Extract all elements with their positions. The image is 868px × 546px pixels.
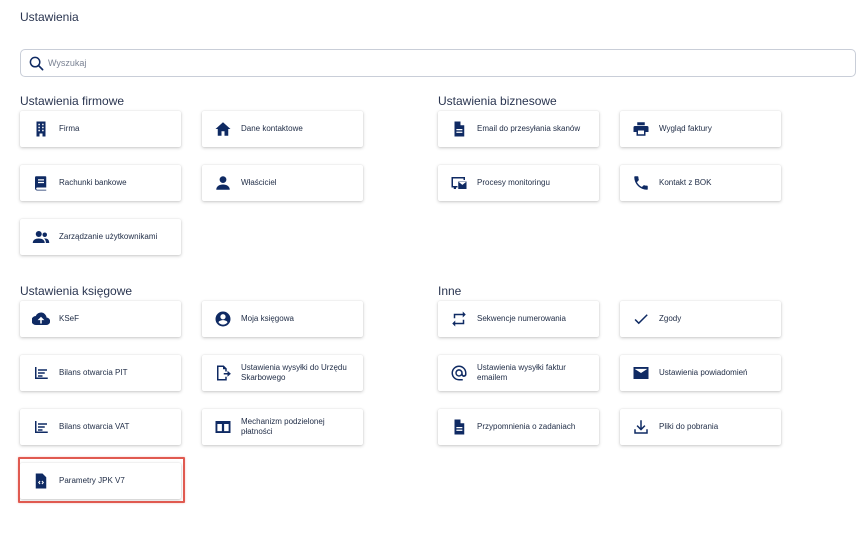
- document-icon: [450, 418, 468, 436]
- tile-rachunki-bankowe[interactable]: Rachunki bankowe: [20, 165, 181, 201]
- tile-moja-ksiegowa[interactable]: Moja księgowa: [202, 301, 363, 337]
- person-icon: [214, 174, 232, 192]
- section-title-biznesowe: Ustawienia biznesowe: [438, 94, 557, 108]
- tile-label: KSeF: [59, 314, 80, 323]
- page-title: Ustawienia: [20, 10, 79, 24]
- highlight-box: [18, 457, 185, 503]
- tile-label: Wygląd faktury: [659, 124, 712, 133]
- tile-zgody[interactable]: Zgody: [620, 301, 781, 337]
- tile-label: Moja księgowa: [241, 314, 294, 323]
- printer-icon: [632, 120, 650, 138]
- tile-label: Właściciel: [241, 178, 277, 187]
- monitor-mail-icon: [450, 174, 468, 192]
- tile-label: Ustawienia powiadomień: [659, 368, 748, 377]
- tile-kontakt-bok[interactable]: Kontakt z BOK: [620, 165, 781, 201]
- tile-ustawienia-powiadomien[interactable]: Ustawienia powiadomień: [620, 355, 781, 391]
- envelope-icon: [632, 364, 650, 382]
- section-title-firmowe: Ustawienia firmowe: [20, 94, 125, 108]
- tile-wlasciciel[interactable]: Właściciel: [202, 165, 363, 201]
- tile-sekwencje-numerowania[interactable]: Sekwencje numerowania: [438, 301, 599, 337]
- tile-label: Ustawienia wysyłki do Urzędu Skarbowego: [241, 363, 347, 382]
- document-icon: [450, 120, 468, 138]
- tile-przypomnienia[interactable]: Przypomnienia o zadaniach: [438, 409, 599, 445]
- export-icon: [214, 364, 232, 382]
- tile-label: Mechanizm podzielonej płatności: [241, 417, 325, 436]
- tile-label: Procesy monitoringu: [477, 178, 550, 187]
- tile-wysylka-us[interactable]: Ustawienia wysyłki do Urzędu Skarbowego: [202, 355, 363, 391]
- tile-label: Pliki do pobrania: [659, 422, 719, 431]
- tile-pliki-do-pobrania[interactable]: Pliki do pobrania: [620, 409, 781, 445]
- search-box[interactable]: [20, 49, 856, 77]
- tile-label: Przypomnienia o zadaniach: [477, 422, 576, 431]
- tile-label: Rachunki bankowe: [59, 178, 127, 187]
- tile-label: Zgody: [659, 314, 682, 323]
- tile-ksef[interactable]: KSeF: [20, 301, 181, 337]
- search-input[interactable]: [48, 54, 828, 72]
- tile-zarzadzanie-uzytkownikami[interactable]: Zarządzanie użytkownikami: [20, 219, 181, 255]
- download-icon: [632, 418, 650, 436]
- phone-icon: [632, 174, 650, 192]
- tile-label: Kontakt z BOK: [659, 178, 712, 187]
- at-icon: [450, 364, 468, 382]
- list-icon: [32, 364, 50, 382]
- tile-wyglad-faktury[interactable]: Wygląd faktury: [620, 111, 781, 147]
- repeat-icon: [450, 310, 468, 328]
- tile-email-skanow[interactable]: Email do przesyłania skanów: [438, 111, 599, 147]
- split-columns-icon: [214, 418, 232, 436]
- tile-label: Bilans otwarcia VAT: [59, 422, 130, 431]
- home-icon: [214, 120, 232, 138]
- tile-firma[interactable]: Firma: [20, 111, 181, 147]
- book-icon: [32, 174, 50, 192]
- tile-bilans-pit[interactable]: Bilans otwarcia PIT: [20, 355, 181, 391]
- people-icon: [32, 228, 50, 246]
- search-icon: [29, 56, 44, 71]
- tile-wysylka-faktur-email[interactable]: Ustawienia wysyłki faktur emailem: [438, 355, 599, 391]
- tile-label: Ustawienia wysyłki faktur emailem: [477, 363, 566, 382]
- tile-mechanizm-platnosci[interactable]: Mechanizm podzielonej płatności: [202, 409, 363, 445]
- tile-label: Bilans otwarcia PIT: [59, 368, 128, 377]
- tile-bilans-vat[interactable]: Bilans otwarcia VAT: [20, 409, 181, 445]
- tile-label: Zarządzanie użytkownikami: [59, 232, 158, 241]
- tile-label: Email do przesyłania skanów: [477, 124, 581, 133]
- tile-label: Firma: [59, 124, 80, 133]
- cloud-upload-icon: [32, 310, 50, 328]
- account-circle-icon: [214, 310, 232, 328]
- list-icon: [32, 418, 50, 436]
- building-icon: [32, 120, 50, 138]
- section-title-ksiegowe: Ustawienia księgowe: [20, 284, 133, 298]
- tile-label: Dane kontaktowe: [241, 124, 303, 133]
- tile-dane-kontaktowe[interactable]: Dane kontaktowe: [202, 111, 363, 147]
- tile-procesy-monitoringu[interactable]: Procesy monitoringu: [438, 165, 599, 201]
- tile-label: Sekwencje numerowania: [477, 314, 566, 323]
- check-icon: [632, 310, 650, 328]
- section-title-inne: Inne: [438, 284, 462, 298]
